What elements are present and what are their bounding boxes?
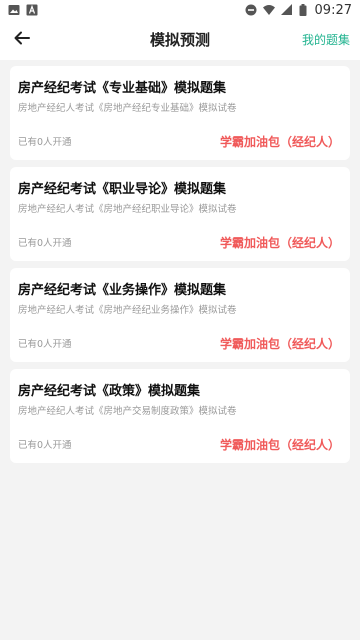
status-bar: 09:27 xyxy=(0,0,360,20)
card-package-tag[interactable]: 学霸加油包（经纪人） xyxy=(220,335,340,352)
card-subtitle: 房地产经纪人考试《房地产交易制度政策》模拟试卷 xyxy=(18,406,237,417)
status-time: 09:27 xyxy=(314,2,352,18)
card-open-count: 已有0人开通 xyxy=(18,238,72,249)
arrow-left-icon xyxy=(13,29,31,51)
status-bar-right: 09:27 xyxy=(245,3,352,18)
a-letter-icon xyxy=(26,4,38,16)
app-bar: 模拟预测 我的题集 xyxy=(0,20,360,60)
image-icon xyxy=(8,4,20,16)
signal-icon xyxy=(280,4,293,16)
card-title: 房产经纪考试《职业导论》模拟题集 xyxy=(18,182,227,197)
question-set-card[interactable]: 房产经纪考试《业务操作》模拟题集 房地产经纪人考试《房地产经纪业务操作》模拟试卷… xyxy=(10,268,350,362)
question-set-card[interactable]: 房产经纪考试《职业导论》模拟题集 房地产经纪人考试《房地产经纪职业导论》模拟试卷… xyxy=(10,167,350,261)
do-not-disturb-icon xyxy=(245,4,257,16)
battery-icon xyxy=(299,4,307,16)
card-subtitle: 房地产经纪人考试《房地产经纪业务操作》模拟试卷 xyxy=(18,305,237,316)
my-question-sets-link[interactable]: 我的题集 xyxy=(302,20,350,60)
question-set-list: 房产经纪考试《专业基础》模拟题集 房地产经纪人考试《房地产经纪专业基础》模拟试卷… xyxy=(0,60,360,463)
card-package-tag[interactable]: 学霸加油包（经纪人） xyxy=(220,234,340,251)
card-open-count: 已有0人开通 xyxy=(18,440,72,451)
card-package-tag[interactable]: 学霸加油包（经纪人） xyxy=(220,436,340,453)
card-subtitle: 房地产经纪人考试《房地产经纪职业导论》模拟试卷 xyxy=(18,204,237,215)
card-open-count: 已有0人开通 xyxy=(18,339,72,350)
question-set-card[interactable]: 房产经纪考试《政策》模拟题集 房地产经纪人考试《房地产交易制度政策》模拟试卷 已… xyxy=(10,369,350,463)
card-title: 房产经纪考试《业务操作》模拟题集 xyxy=(18,283,227,298)
card-title: 房产经纪考试《政策》模拟题集 xyxy=(18,384,201,399)
question-set-card[interactable]: 房产经纪考试《专业基础》模拟题集 房地产经纪人考试《房地产经纪专业基础》模拟试卷… xyxy=(10,66,350,160)
card-title: 房产经纪考试《专业基础》模拟题集 xyxy=(18,81,227,96)
card-open-count: 已有0人开通 xyxy=(18,137,72,148)
wifi-icon xyxy=(262,4,275,16)
card-subtitle: 房地产经纪人考试《房地产经纪专业基础》模拟试卷 xyxy=(18,103,237,114)
status-bar-left xyxy=(8,4,38,16)
back-button[interactable] xyxy=(8,26,36,54)
card-package-tag[interactable]: 学霸加油包（经纪人） xyxy=(220,133,340,150)
